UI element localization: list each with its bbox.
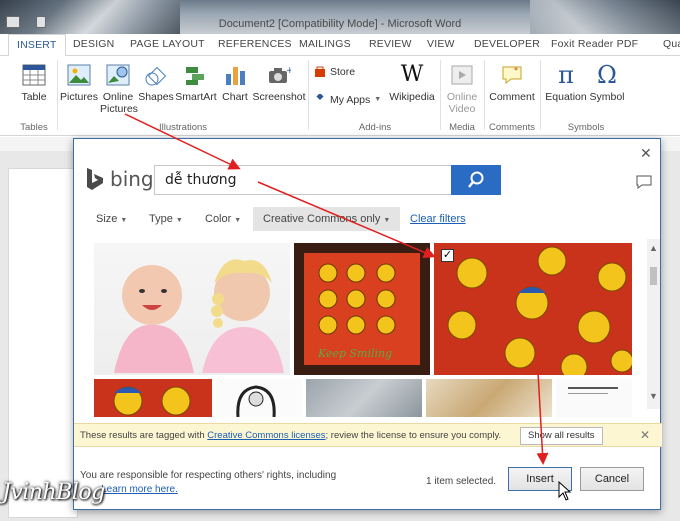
creative-commons-notice: These results are tagged with Creative C… [74,423,662,447]
bing-logo: bing [86,167,154,191]
watermark-logo: JvinhBlog [2,480,105,505]
my-apps-icon [316,94,324,100]
group-media: Media [449,122,475,133]
cc-license-link[interactable]: Creative Commons licenses [207,430,325,441]
footer-disclaimer: You are responsible for respecting other… [80,470,337,495]
filter-size[interactable]: Size ▼ [96,213,127,225]
pictures-icon [66,62,92,88]
filter-type[interactable]: Type ▼ [149,213,183,225]
chevron-down-icon: ▼ [374,96,382,103]
table-icon [21,62,47,88]
result-image-smileys-blue-cap[interactable] [94,379,212,417]
table-button[interactable]: Table [16,62,52,103]
smartart-icon [183,62,209,88]
scroll-down-icon[interactable]: ▼ [649,391,658,401]
scroll-up-icon[interactable]: ▲ [649,243,658,253]
close-icon[interactable]: ✕ [640,145,652,162]
chevron-down-icon: ▼ [120,217,128,224]
group-comments: Comments [489,122,535,133]
learn-more-link[interactable]: Learn more here. [101,484,178,495]
result-image-smileys-selected[interactable]: ✓ [434,243,632,375]
equation-button[interactable]: π Equation [544,62,588,103]
search-button[interactable] [451,165,501,195]
feedback-icon[interactable] [636,175,652,189]
clear-filters-link[interactable]: Clear filters [410,213,466,225]
tab-mailings[interactable]: MAILINGS [299,38,351,50]
ribbon: Table Pictures Online Pictures Shapes Sm… [0,56,680,136]
result-image-document[interactable] [556,379,632,417]
title-bar: Document2 [Compatibility Mode] - Microso… [0,0,680,34]
tab-page-layout[interactable]: PAGE LAYOUT [130,38,205,50]
shapes-button[interactable]: Shapes [138,62,174,103]
chevron-down-icon: ▼ [383,217,391,224]
group-illustrations: Illustrations [158,122,208,133]
results-scrollbar[interactable]: ▲ ▼ [647,239,660,409]
ribbon-tabs: INSERT DESIGN PAGE LAYOUT REFERENCES MAI… [0,34,680,57]
result-image-frost[interactable] [306,379,422,417]
tab-more[interactable]: Qua [663,38,680,50]
result-image-cartoon-sheep[interactable] [216,379,302,417]
chart-button[interactable]: Chart [220,62,250,103]
tab-developer[interactable]: DEVELOPER [474,38,540,50]
store-icon [315,66,325,77]
wikipedia-icon: W [400,62,424,87]
store-button[interactable]: Store [314,66,355,78]
selection-count: 1 item selected. [426,476,497,487]
cancel-button[interactable]: Cancel [580,467,644,491]
online-pictures-button[interactable]: Online Pictures [100,62,138,115]
tab-view[interactable]: VIEW [427,38,455,50]
shapes-icon [143,62,169,88]
chevron-down-icon: ▼ [234,217,242,224]
screenshot-button[interactable]: + Screenshot [252,62,306,103]
svg-text:+: + [286,66,291,76]
my-apps-button[interactable]: My Apps ▼ [314,94,381,106]
comment-icon: * [499,62,525,88]
online-pictures-icon [105,62,131,88]
tab-references[interactable]: REFERENCES [218,38,292,50]
group-symbols: Symbols [567,122,605,133]
filter-bar: Size ▼ Type ▼ Color ▼ Creative Commons only… [74,207,662,231]
svg-text:Keep Smiling: Keep Smiling [317,347,392,360]
close-icon[interactable]: ✕ [640,428,650,442]
window-title: Document2 [Compatibility Mode] - Microso… [218,18,462,30]
comment-button[interactable]: * Comment [486,62,538,103]
group-tables: Tables [20,122,48,133]
show-all-results-button[interactable]: Show all results [520,427,603,445]
tab-insert[interactable]: INSERT [8,34,66,57]
chart-icon [222,62,248,88]
bing-b-icon [87,168,103,190]
smartart-button[interactable]: SmartArt [174,62,218,103]
omega-icon: Ω [597,61,617,89]
online-video-button[interactable]: Online Video [444,62,480,115]
tab-design[interactable]: DESIGN [73,38,114,50]
mouse-cursor-icon [558,481,572,501]
symbol-button[interactable]: Ω Symbol [588,62,626,103]
wikipedia-button[interactable]: W Wikipedia [388,62,436,104]
svg-text:*: * [514,66,518,75]
pi-icon: π [558,61,574,89]
search-input[interactable]: dễ thương [154,165,452,195]
filter-color[interactable]: Color ▼ [205,213,241,225]
document-page[interactable] [8,168,78,518]
filter-creative-commons[interactable]: Creative Commons only ▼ [253,207,401,231]
camera-icon: + [266,62,292,88]
tab-foxit[interactable]: Foxit Reader PDF [551,38,638,50]
result-image-sepia[interactable] [426,379,552,417]
insert-pictures-dialog: ✕ bing dễ thương Size ▼ Type ▼ Color ▼ Crea… [73,138,662,510]
result-image-babies[interactable] [94,243,290,375]
search-icon [468,171,484,188]
video-icon [449,62,475,88]
selected-checkbox[interactable]: ✓ [441,249,454,262]
scroll-thumb[interactable] [650,267,657,285]
result-image-keep-smiling[interactable]: Keep Smiling [294,243,430,375]
chevron-down-icon: ▼ [175,217,183,224]
pictures-button[interactable]: Pictures [60,62,98,103]
group-addins: Add-ins [358,122,392,133]
tab-review[interactable]: REVIEW [369,38,412,50]
results-grid: Keep Smiling ✓ [74,239,647,417]
